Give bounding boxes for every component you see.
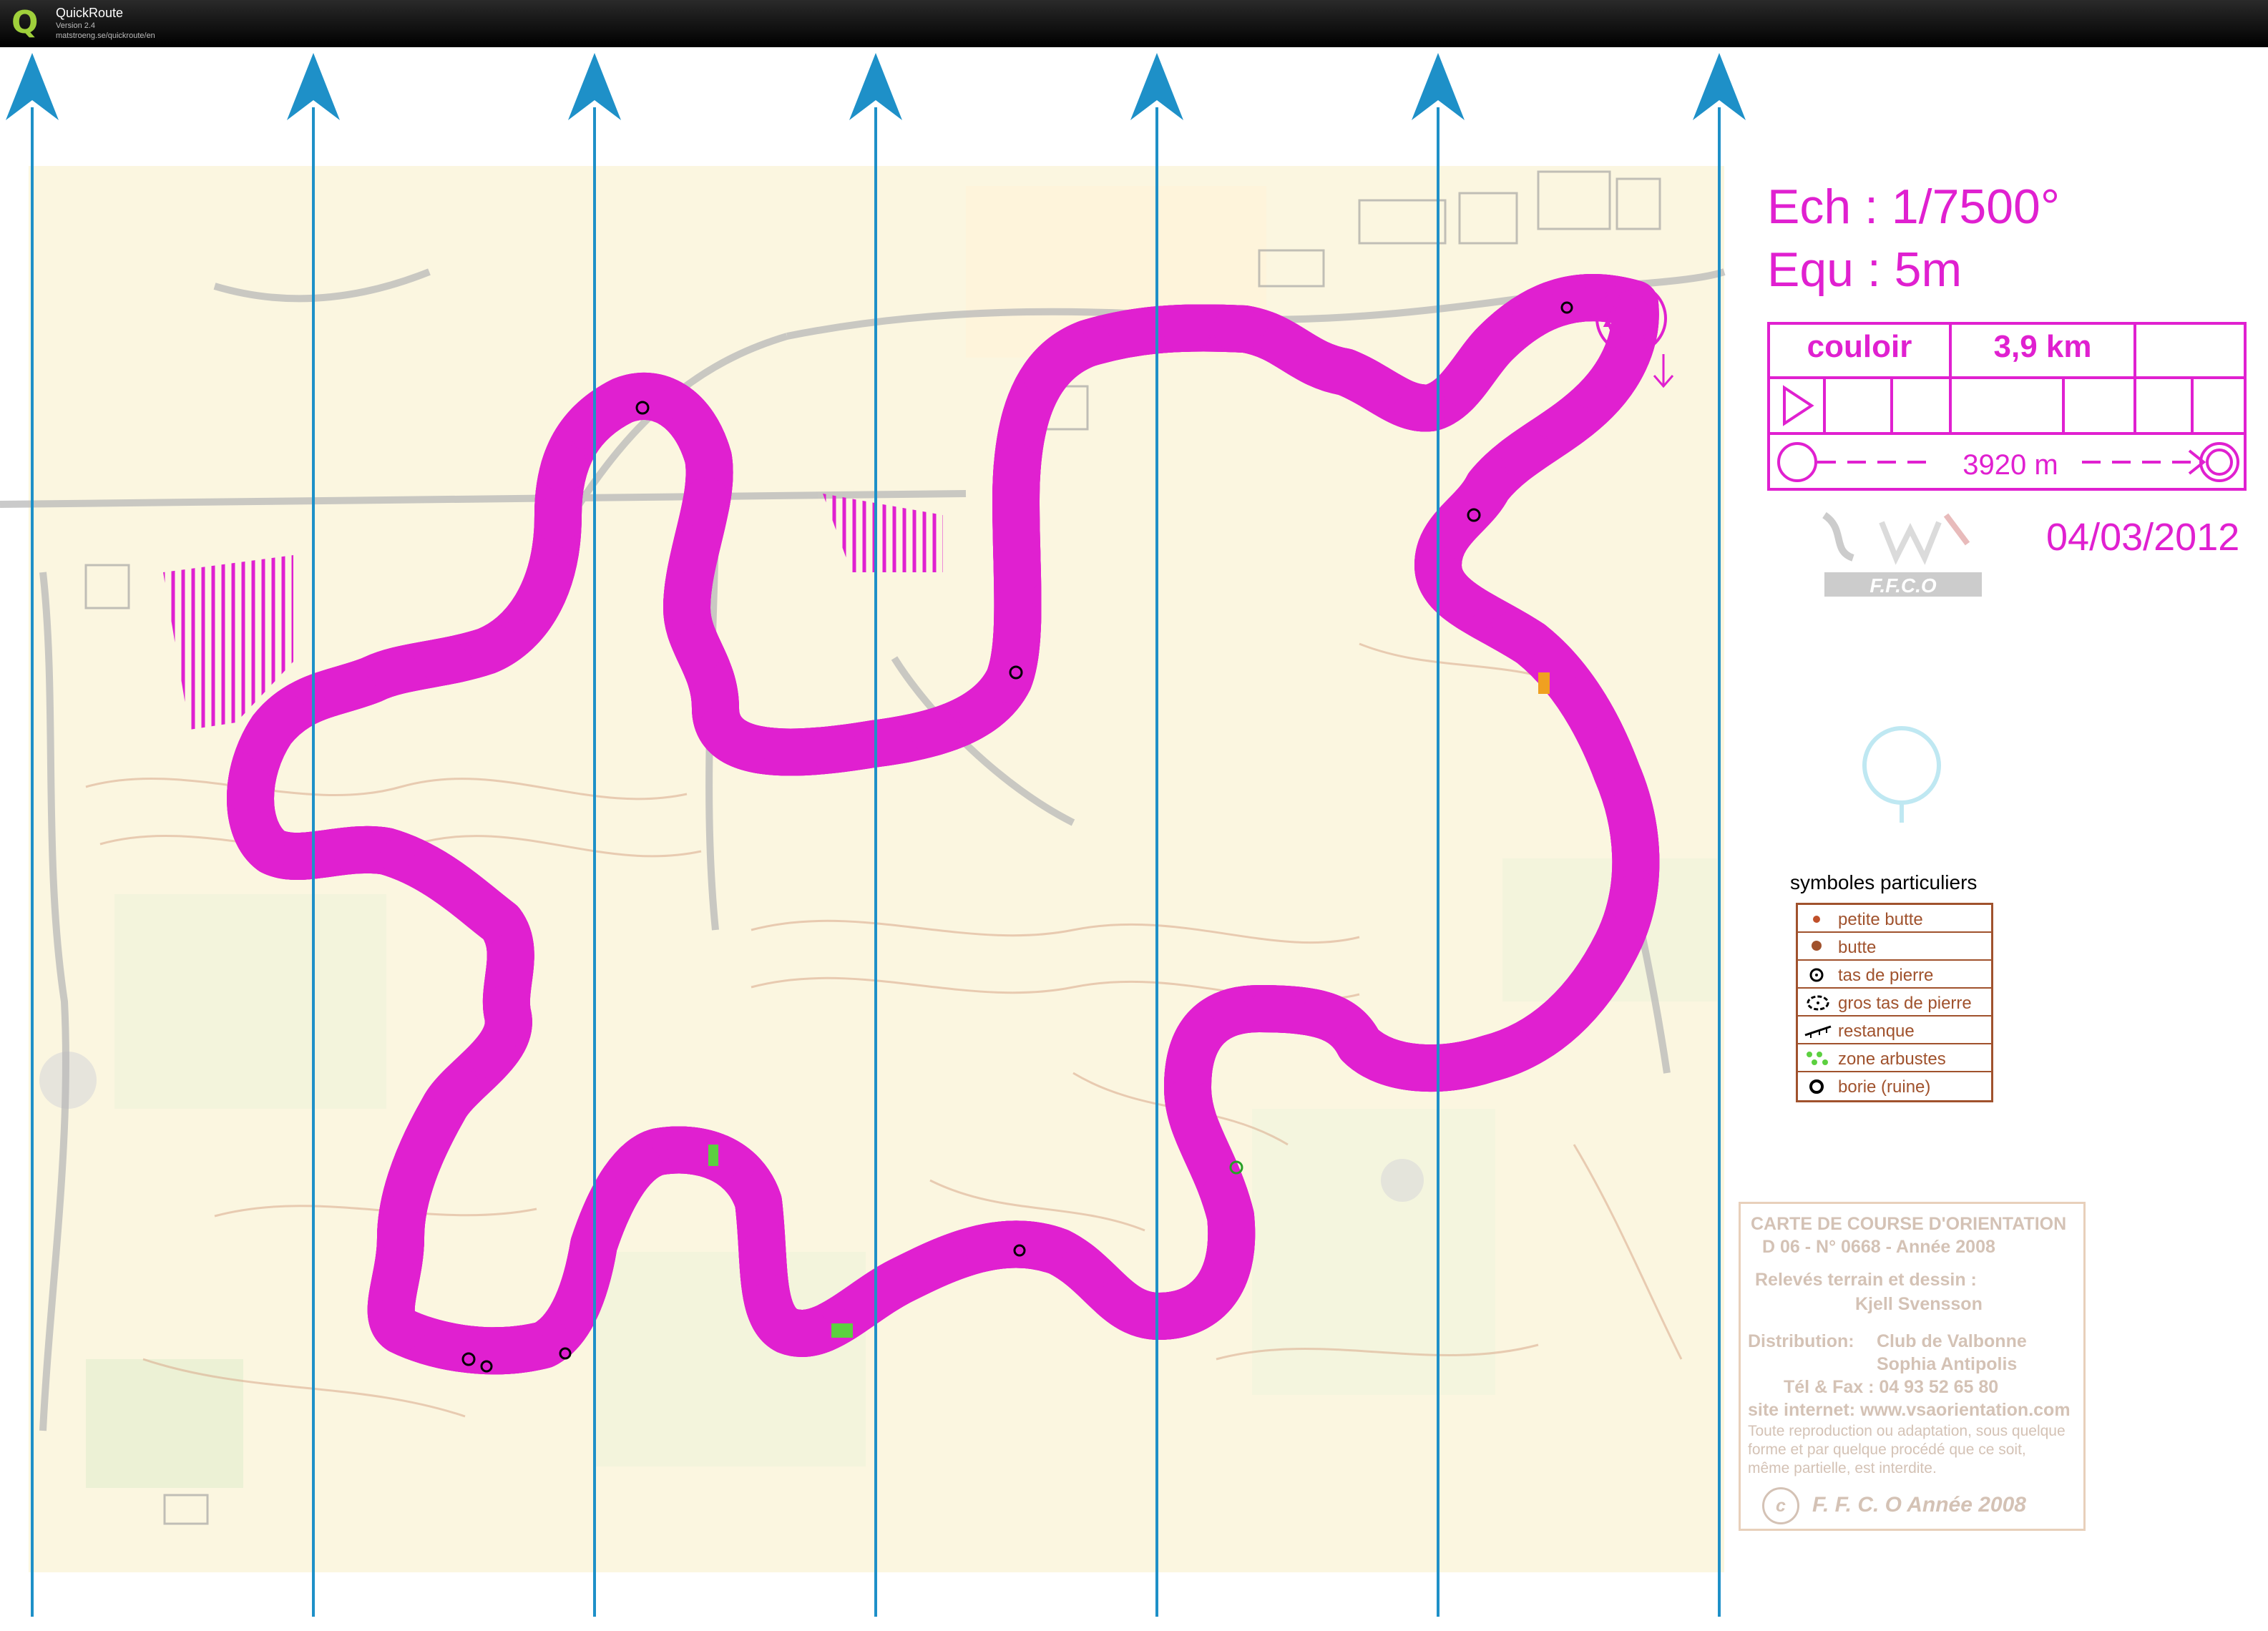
faint-control-circle-icon xyxy=(1862,726,1941,823)
map-credits: CARTE DE COURSE D'ORIENTATION D 06 - N° … xyxy=(1739,1202,2086,1531)
legend-row: petite butte xyxy=(1798,905,1991,933)
legend-label: zone arbustes xyxy=(1838,1049,1946,1069)
legend-label: tas de pierre xyxy=(1838,966,1934,985)
legend-row: gros tas de pierre xyxy=(1798,989,1991,1017)
shrub-zone-icon xyxy=(1807,1052,1828,1065)
knoll-icon xyxy=(1812,941,1822,951)
map-scale: Ech : 1/7500° xyxy=(1767,180,2061,234)
app-url: matstroeng.se/quickroute/en xyxy=(56,31,155,40)
course-name: couloir xyxy=(1807,329,1912,364)
credits-title: CARTE DE COURSE D'ORIENTATION xyxy=(1751,1214,2067,1234)
legend-label: butte xyxy=(1838,938,1877,957)
credits-website: site internet: www.vsaorientation.com xyxy=(1748,1400,2071,1420)
quickroute-logo-icon: Q xyxy=(11,4,39,41)
svg-text:F.F.C.O: F.F.C.O xyxy=(1869,574,1937,597)
legend-row: borie (ruine) xyxy=(1798,1072,1991,1100)
legend-table: petite butte butte tas de pierre gros ta… xyxy=(1796,903,1993,1102)
title-bar: Q QuickRoute Version 2.4 matstroeng.se/q… xyxy=(0,0,2268,47)
credits-notice-2: forme et par quelque procédé que ce soit… xyxy=(1748,1441,2026,1458)
credits-survey-label: Relevés terrain et dessin : xyxy=(1755,1270,1977,1290)
credits-phone: Tél & Fax : 04 93 52 65 80 xyxy=(1784,1377,1999,1397)
course-distance: 3920 m xyxy=(1946,449,2075,481)
legend-label: restanque xyxy=(1838,1022,1915,1041)
credits-distributor-2: Sophia Antipolis xyxy=(1877,1354,2018,1374)
app-name: QuickRoute xyxy=(56,6,124,20)
ffco-logo-icon: F.F.C.O xyxy=(1822,511,1982,597)
credits-copyright: F. F. C. O Année 2008 xyxy=(1812,1493,2026,1517)
ruin-icon xyxy=(1809,1079,1824,1094)
legend-row: zone arbustes xyxy=(1798,1044,1991,1072)
legend-row: butte xyxy=(1798,933,1991,961)
contour-interval: Equ : 5m xyxy=(1767,243,1962,297)
course-length: 3,9 km xyxy=(1993,329,2092,364)
legend-row: restanque xyxy=(1798,1017,1991,1044)
credits-notice-1: Toute reproduction ou adaptation, sous q… xyxy=(1748,1423,2066,1439)
legend-label: petite butte xyxy=(1838,910,1923,929)
terrace-wall-icon xyxy=(1804,1025,1832,1038)
credits-notice-3: même partielle, est interdite. xyxy=(1748,1460,1937,1476)
large-stone-pile-icon xyxy=(1807,995,1829,1011)
legend-label: gros tas de pierre xyxy=(1838,994,1972,1013)
legend-label: borie (ruine) xyxy=(1838,1077,1931,1097)
legend-title: symboles particuliers xyxy=(1790,871,1978,893)
stone-pile-icon xyxy=(1809,968,1824,982)
copyright-icon: c xyxy=(1762,1487,1799,1524)
credits-surveyor: Kjell Svensson xyxy=(1855,1294,1983,1314)
small-knoll-icon xyxy=(1813,916,1820,923)
course-date: 04/03/2012 xyxy=(2046,516,2240,559)
app-version: Version 2.4 xyxy=(56,21,96,30)
credits-reference: D 06 - N° 0668 - Année 2008 xyxy=(1762,1237,1995,1257)
legend-row: tas de pierre xyxy=(1798,961,1991,989)
credits-distribution-label: Distribution: xyxy=(1748,1331,1854,1351)
credits-distributor-1: Club de Valbonne xyxy=(1877,1331,2027,1351)
